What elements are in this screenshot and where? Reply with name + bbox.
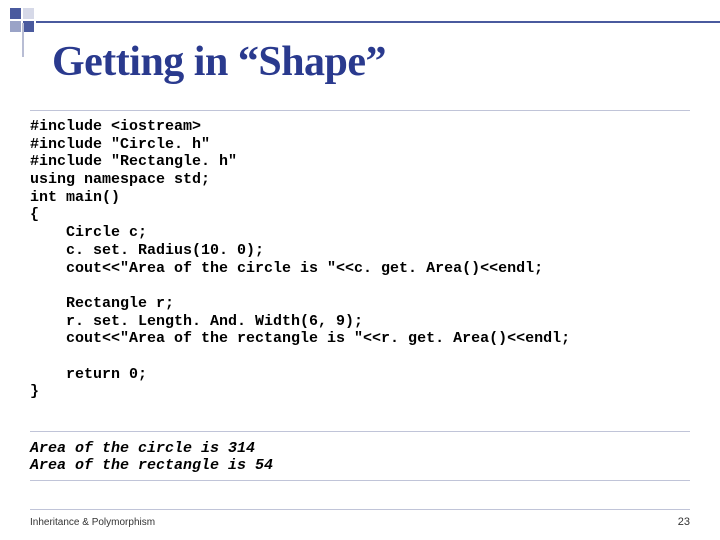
square-dark xyxy=(10,8,21,19)
code-listing: #include <iostream> #include "Circle. h"… xyxy=(30,118,690,401)
divider xyxy=(30,480,690,481)
page-number: 23 xyxy=(678,516,690,528)
square-light xyxy=(23,8,34,19)
footer-rule xyxy=(30,509,690,510)
square-mid xyxy=(10,21,21,32)
left-rule xyxy=(22,23,24,57)
program-output: Area of the circle is 314 Area of the re… xyxy=(30,440,273,475)
top-rule xyxy=(36,21,720,23)
slide-title: Getting in “Shape” xyxy=(52,38,386,86)
footer-topic: Inheritance & Polymorphism xyxy=(30,517,155,528)
square-dark xyxy=(23,21,34,32)
divider xyxy=(30,110,690,111)
divider xyxy=(30,431,690,432)
